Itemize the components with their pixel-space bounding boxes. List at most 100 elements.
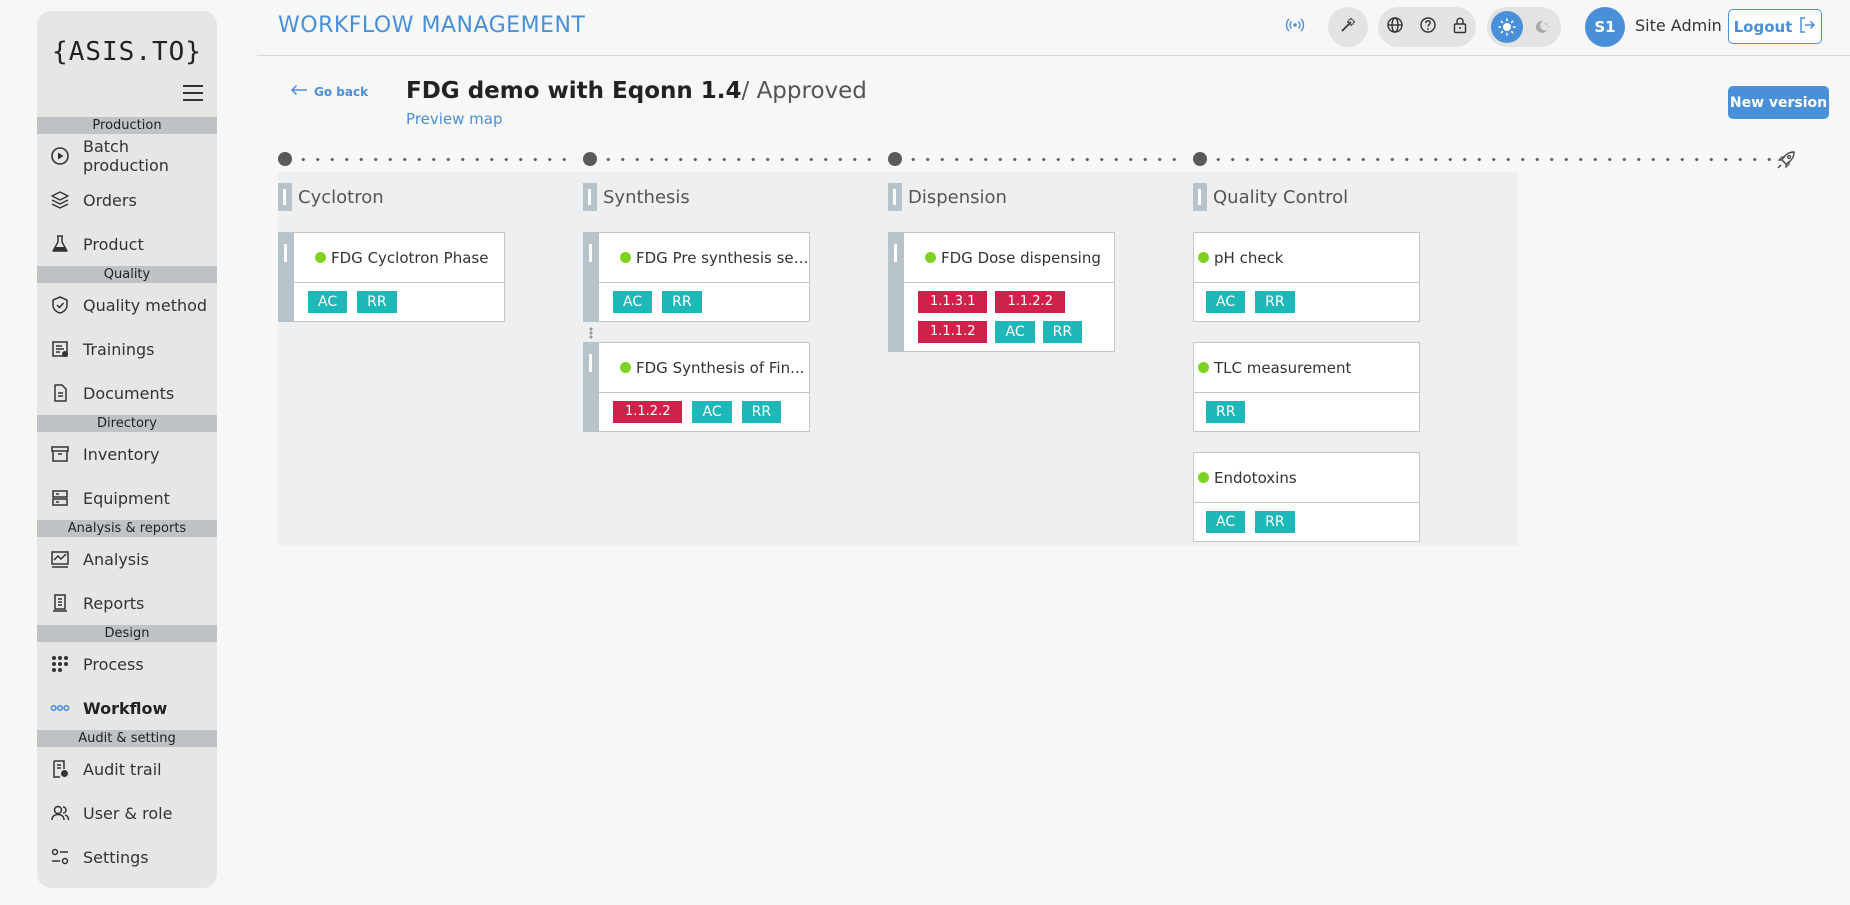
magic-wand-icon[interactable] [1339,16,1357,38]
document-icon [50,383,70,403]
sidebar-item-label: Quality method [83,295,208,315]
drag-handle[interactable] [888,183,902,211]
drag-handle[interactable] [583,342,599,432]
tag-badge[interactable]: RR [1255,291,1295,313]
status-dot [1198,472,1209,483]
tag-badge[interactable]: RR [1042,321,1083,343]
sidebar-item-equipment[interactable]: Equipment [37,476,217,520]
timeline-stage-marker [583,152,597,166]
sidebar-item-batch-production[interactable]: Batch production [37,134,217,178]
broadcast-icon[interactable] [1284,5,1306,45]
magic-tools-pill [1328,7,1368,47]
step-card[interactable]: FDG Dose dispensing 1.1.3.1 1.1.2.2 1.1.… [888,232,1115,352]
preview-map-link[interactable]: Preview map [406,110,502,128]
step-name: pH check [1214,248,1284,267]
sidebar-item-audit-trail[interactable]: Audit trail [37,747,217,791]
tag-badge[interactable]: RR [741,401,782,423]
user-name: Site Admin [1635,16,1722,35]
dark-mode-icon[interactable] [1527,11,1559,43]
drag-handle[interactable] [583,232,599,322]
sidebar-item-analysis[interactable]: Analysis [37,537,217,581]
step-card[interactable]: Endotoxins AC RR [1193,452,1420,542]
step-tags: AC RR [584,283,809,321]
stage-header: Cyclotron [278,182,384,212]
tag-badge[interactable]: AC [1206,511,1246,533]
arrow-left-icon [290,84,308,99]
stage-name: Synthesis [603,186,690,208]
drag-handle[interactable] [1193,183,1207,211]
page-title: FDG demo with Eqonn 1.4/ Approved [406,78,867,104]
training-icon [50,339,70,359]
help-icon[interactable] [1419,16,1437,38]
sidebar-item-label: Settings [83,847,149,867]
hamburger-menu-icon[interactable] [183,85,203,101]
new-version-button[interactable]: New version [1728,86,1829,119]
workflow-name: FDG demo with Eqonn 1.4 [406,78,742,104]
lock-icon[interactable] [1452,16,1468,38]
stage-header: Quality Control [1193,182,1348,212]
step-tags: AC RR [1194,503,1419,541]
tag-badge[interactable]: RR [357,291,397,313]
tag-badge[interactable]: RR [1206,401,1246,423]
audit-icon [50,759,70,779]
tag-badge[interactable]: RR [1255,511,1295,533]
sidebar-section-directory: Directory [37,415,217,432]
step-tags: AC RR [1194,283,1419,321]
sidebar-section-design: Design [37,625,217,642]
sidebar-item-label: Equipment [83,488,170,508]
tag-badge[interactable]: 1.1.3.1 [918,291,988,313]
sidebar-item-inventory[interactable]: Inventory [37,432,217,476]
globe-icon[interactable] [1386,16,1404,38]
tag-badge[interactable]: RR [662,291,702,313]
step-name: Endotoxins [1214,468,1297,487]
rocket-icon [1776,150,1796,170]
sidebar-item-documents[interactable]: Documents [37,371,217,415]
drag-handle[interactable] [278,183,292,211]
step-card[interactable]: TLC measurement RR [1193,342,1420,432]
go-back-link[interactable]: Go back [290,84,368,99]
tag-badge[interactable]: AC [1206,291,1246,313]
sidebar: {ASIS.TO} Production Batch production Or… [37,11,217,888]
tag-badge[interactable]: AC [613,291,653,313]
tag-badge[interactable]: 1.1.2.2 [995,291,1065,313]
sidebar-item-settings[interactable]: Settings [37,835,217,879]
tag-badge[interactable]: AC [308,291,348,313]
drag-handle[interactable] [278,232,294,322]
stage-timeline [278,150,1795,169]
tag-badge[interactable]: AC [995,321,1035,343]
sidebar-item-label: Inventory [83,444,160,464]
workflow-icon [50,698,70,718]
step-name: FDG Cyclotron Phase [331,248,489,267]
sidebar-item-product[interactable]: Product [37,222,217,266]
step-card-title: FDG Dose dispensing [889,233,1114,283]
step-card[interactable]: FDG Pre synthesis set... AC RR [583,232,810,322]
status-dot [620,252,631,263]
sidebar-item-orders[interactable]: Orders [37,178,217,222]
sidebar-item-trainings[interactable]: Trainings [37,327,217,371]
tag-badge[interactable]: 1.1.2.2 [613,401,683,423]
sidebar-item-reports[interactable]: Reports [37,581,217,625]
workflow-status: / Approved [741,78,867,104]
tag-badge[interactable]: AC [692,401,732,423]
settings-icon [50,847,70,867]
sidebar-item-quality-method[interactable]: Quality method [37,283,217,327]
stage-name: Dispension [908,186,1007,208]
step-card[interactable]: FDG Cyclotron Phase AC RR [278,232,505,322]
step-card-title: FDG Pre synthesis set... [584,233,809,283]
logo: {ASIS.TO} [52,37,202,67]
sidebar-item-user-role[interactable]: User & role [37,791,217,835]
light-mode-icon[interactable] [1491,11,1523,43]
tag-badge[interactable]: 1.1.1.2 [918,321,988,343]
step-card[interactable]: FDG Synthesis of Fin... 1.1.2.2 AC RR [583,342,810,432]
drag-handle[interactable] [583,183,597,211]
sidebar-item-process[interactable]: Process [37,642,217,686]
step-tags: 1.1.3.1 1.1.2.2 1.1.1.2 AC RR [889,283,1114,351]
stage-name: Quality Control [1213,186,1349,208]
avatar[interactable]: S1 [1585,7,1625,47]
step-card[interactable]: pH check AC RR [1193,232,1420,322]
sidebar-item-workflow[interactable]: Workflow [37,686,217,730]
sidebar-section-quality: Quality [37,266,217,283]
step-name: FDG Synthesis of Fin... [636,358,805,377]
drag-handle[interactable] [888,232,904,352]
logout-button[interactable]: Logout [1728,9,1822,44]
